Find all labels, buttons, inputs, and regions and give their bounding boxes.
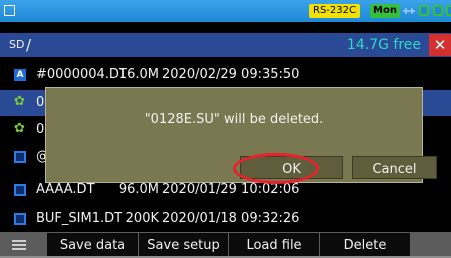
dialog-message: "0128E.SU" will be deleted. — [144, 112, 324, 127]
data-file-icon: A — [14, 69, 26, 81]
square-status-icon-2 — [433, 5, 443, 16]
file-row[interactable]: A #0000004.DT 16.0M 2020/02/29 09:35:50 — [0, 62, 451, 88]
status-bar: RS-232C Mon — [0, 0, 451, 22]
connection-icon — [403, 8, 415, 14]
file-date: 2020/01/18 09:32:26 — [162, 211, 300, 226]
save-data-button[interactable]: Save data — [47, 233, 138, 258]
square-status-icon — [419, 5, 429, 16]
menu-icon[interactable] — [0, 232, 46, 258]
path-bar: SD / 14.7G free ✕ — [0, 33, 451, 57]
su-file-icon: ✿ — [14, 94, 25, 109]
file-date: 2020/02/29 09:35:50 — [162, 67, 300, 82]
file-name: BUF_SIM1.DT — [36, 211, 123, 226]
rs232c-badge: RS-232C — [309, 4, 360, 18]
window-icon — [4, 5, 15, 16]
save-setup-button[interactable]: Save setup — [139, 233, 228, 258]
drive-label[interactable]: SD — [9, 33, 24, 57]
current-path: / — [26, 36, 32, 54]
free-space: 14.7G free — [346, 37, 421, 53]
su-file-icon: ✿ — [14, 121, 25, 136]
folder-icon — [14, 151, 26, 163]
file-row[interactable]: BUF_SIM1.DT 200K 2020/01/18 09:32:26 — [0, 206, 451, 232]
highlight-ring — [233, 153, 319, 184]
load-file-button[interactable]: Load file — [229, 233, 319, 258]
folder-icon — [14, 184, 26, 196]
bottom-toolbar: Save data Save setup Load file Delete — [0, 232, 451, 258]
file-size: 16.0M — [118, 67, 159, 82]
cancel-button[interactable]: Cancel — [352, 156, 437, 179]
square-status-icon-3 — [446, 5, 451, 16]
file-name: #0000004.DT — [36, 67, 127, 82]
file-size: 200K — [125, 211, 159, 226]
delete-button[interactable]: Delete — [320, 233, 410, 258]
close-icon[interactable]: ✕ — [429, 34, 451, 56]
folder-icon — [14, 213, 26, 225]
monitor-badge: Mon — [370, 4, 400, 18]
